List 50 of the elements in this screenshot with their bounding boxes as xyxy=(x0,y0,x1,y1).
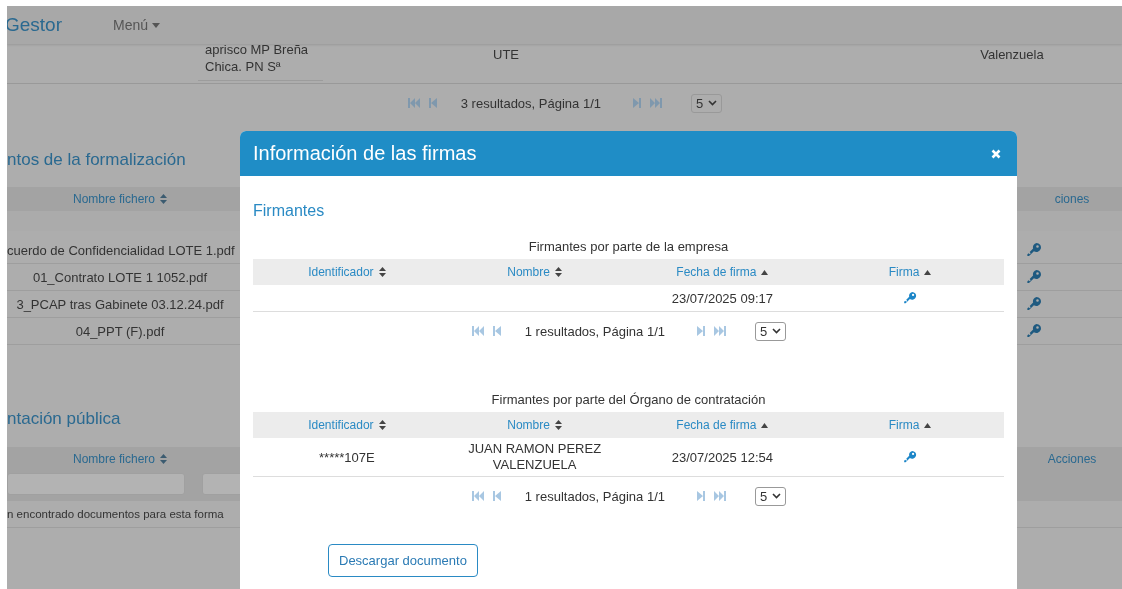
column-header[interactable]: Fecha de firma xyxy=(676,418,769,432)
page-size-select[interactable]: 5 xyxy=(691,93,723,113)
modal-title: Información de las firmas xyxy=(253,142,477,165)
key-icon[interactable] xyxy=(1026,242,1042,258)
download-button[interactable]: Descargar documento xyxy=(328,544,478,577)
column-header[interactable]: Firma xyxy=(888,418,932,432)
table-caption: Firmantes por parte del Órgano de contratación xyxy=(490,391,767,409)
filter-field[interactable] xyxy=(7,473,185,495)
column-header[interactable]: Fecha de firma xyxy=(676,265,769,279)
section-heading: ntos de la formalización xyxy=(7,149,186,171)
pagination-summary: 3 resultados, Página 1/1 xyxy=(460,95,601,111)
table-cell: cuerdo de Confidencialidad LOTE 1.pdf xyxy=(7,242,233,258)
key-icon[interactable] xyxy=(903,450,918,464)
table-cell-text: 3_PCAP tras Gabinete 03.12.24.pdf xyxy=(15,296,225,312)
close-icon[interactable] xyxy=(991,148,1001,159)
section-heading: ntación pública xyxy=(7,408,121,430)
table-cell-text: JUAN RAMON PEREZ VALENZUELA xyxy=(467,441,603,473)
page-size-select[interactable]: 5 xyxy=(755,321,787,341)
table-cell-text: UTE xyxy=(492,46,520,64)
caret-icon xyxy=(152,22,161,28)
column-header: Acciones xyxy=(1046,452,1098,466)
table-cell: *****107E xyxy=(319,449,375,465)
column-header[interactable]: Firma xyxy=(888,265,932,279)
table-cell: 23/07/2025 09:17 xyxy=(671,290,773,306)
column-header[interactable]: Identificador xyxy=(308,265,386,279)
section-heading: Firmantes xyxy=(253,202,326,220)
column-header[interactable]: Nombre fichero xyxy=(7,452,233,466)
table-cell: aprisco MP Breña Chica. PN Sª xyxy=(198,41,323,81)
key-icon[interactable] xyxy=(1026,296,1042,312)
table-cell-text: 04_PPT (F).pdf xyxy=(74,323,166,339)
chevron-down-icon xyxy=(708,100,718,106)
chevron-down-icon xyxy=(772,493,782,499)
key-icon[interactable] xyxy=(1026,323,1042,339)
key-icon[interactable] xyxy=(1026,269,1042,285)
chevron-down-icon xyxy=(772,328,782,334)
column-header[interactable]: Identificador xyxy=(308,418,386,432)
column-header[interactable]: Nombre xyxy=(507,418,562,432)
menu-dropdown[interactable]: Menú xyxy=(113,17,161,33)
key-icon[interactable] xyxy=(903,291,918,305)
table-caption: Firmantes por parte de la empresa xyxy=(527,238,730,256)
column-header: ciones xyxy=(1053,192,1091,206)
pagination-summary: 1 resultados, Página 1/1 xyxy=(524,488,665,504)
table-cell-text: Valenzuela xyxy=(979,46,1045,64)
table-cell-text: 01_Contrato LOTE 1 1052.pdf xyxy=(31,269,209,285)
column-header[interactable]: Nombre xyxy=(507,265,562,279)
page-size-select[interactable]: 5 xyxy=(755,486,787,506)
pagination-summary: 1 resultados, Página 1/1 xyxy=(524,323,665,339)
column-header[interactable]: Nombre fichero xyxy=(7,192,233,206)
empty-message: n encontrado documentos para esta forma xyxy=(7,508,224,520)
table-cell: 23/07/2025 12:54 xyxy=(671,449,773,465)
